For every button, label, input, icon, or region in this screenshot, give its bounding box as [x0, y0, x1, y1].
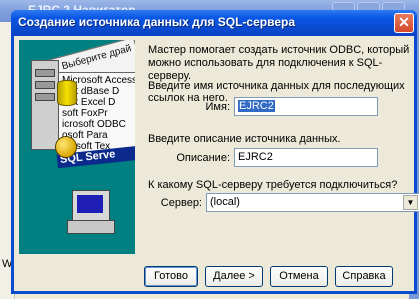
- database-cylinder-icon: [57, 80, 77, 106]
- dialog-title: Создание источника данных для SQL-сервер…: [18, 15, 295, 29]
- server-combobox[interactable]: (local) ▼: [206, 193, 419, 212]
- description-prompt: Введите описание источника данных.: [148, 133, 341, 145]
- description-row: Описание: EJRC2: [170, 148, 378, 167]
- name-label: Имя:: [205, 100, 230, 113]
- description-input-value: EJRC2: [238, 151, 273, 163]
- description-label: Описание:: [176, 151, 230, 164]
- next-button[interactable]: Далее >: [205, 266, 263, 287]
- name-input[interactable]: EJRC2: [234, 97, 378, 116]
- computer-monitor-icon: [72, 190, 110, 222]
- driver-card-header-text: Выберите драй: [60, 43, 133, 73]
- wizard-illustration: Выберите драй Microsoft Access I soft dB…: [19, 40, 135, 254]
- server-bay-icon: [35, 81, 55, 89]
- finish-button[interactable]: Готово: [144, 266, 198, 287]
- chevron-down-icon[interactable]: ▼: [403, 195, 418, 210]
- server-label: Сервер:: [160, 196, 202, 209]
- description-input[interactable]: EJRC2: [234, 148, 378, 167]
- odbc-sql-server-wizard-dialog: Создание источника данных для SQL-сервер…: [11, 10, 419, 294]
- close-button[interactable]: ✕: [394, 13, 414, 33]
- cancel-button[interactable]: Отмена: [270, 266, 328, 287]
- server-bay-icon: [35, 69, 55, 77]
- computer-base-icon: [67, 220, 115, 234]
- driver-list-item: icrosoft ODBC: [62, 119, 126, 130]
- monitor-screen-icon: [77, 195, 103, 213]
- globe-icon: [55, 136, 77, 158]
- dialog-titlebar[interactable]: Создание источника данных для SQL-сервер…: [11, 10, 417, 36]
- help-button[interactable]: Справка: [335, 266, 393, 287]
- server-prompt: К какому SQL-серверу требуется подключит…: [148, 179, 398, 191]
- wizard-button-row: Готово Далее > Отмена Справка: [144, 266, 393, 287]
- name-row: Имя: EJRC2: [186, 97, 378, 116]
- server-row: Сервер: (local) ▼: [152, 193, 419, 212]
- name-input-value: EJRC2: [238, 100, 275, 112]
- wizard-intro-text: Мастер помогает создать источник ODBC, к…: [148, 44, 410, 82]
- server-bay-icon: [35, 93, 55, 101]
- driver-list-item: soft FoxPr: [62, 108, 108, 119]
- server-combobox-value: (local): [210, 196, 240, 208]
- server-tower-icon: [31, 60, 59, 150]
